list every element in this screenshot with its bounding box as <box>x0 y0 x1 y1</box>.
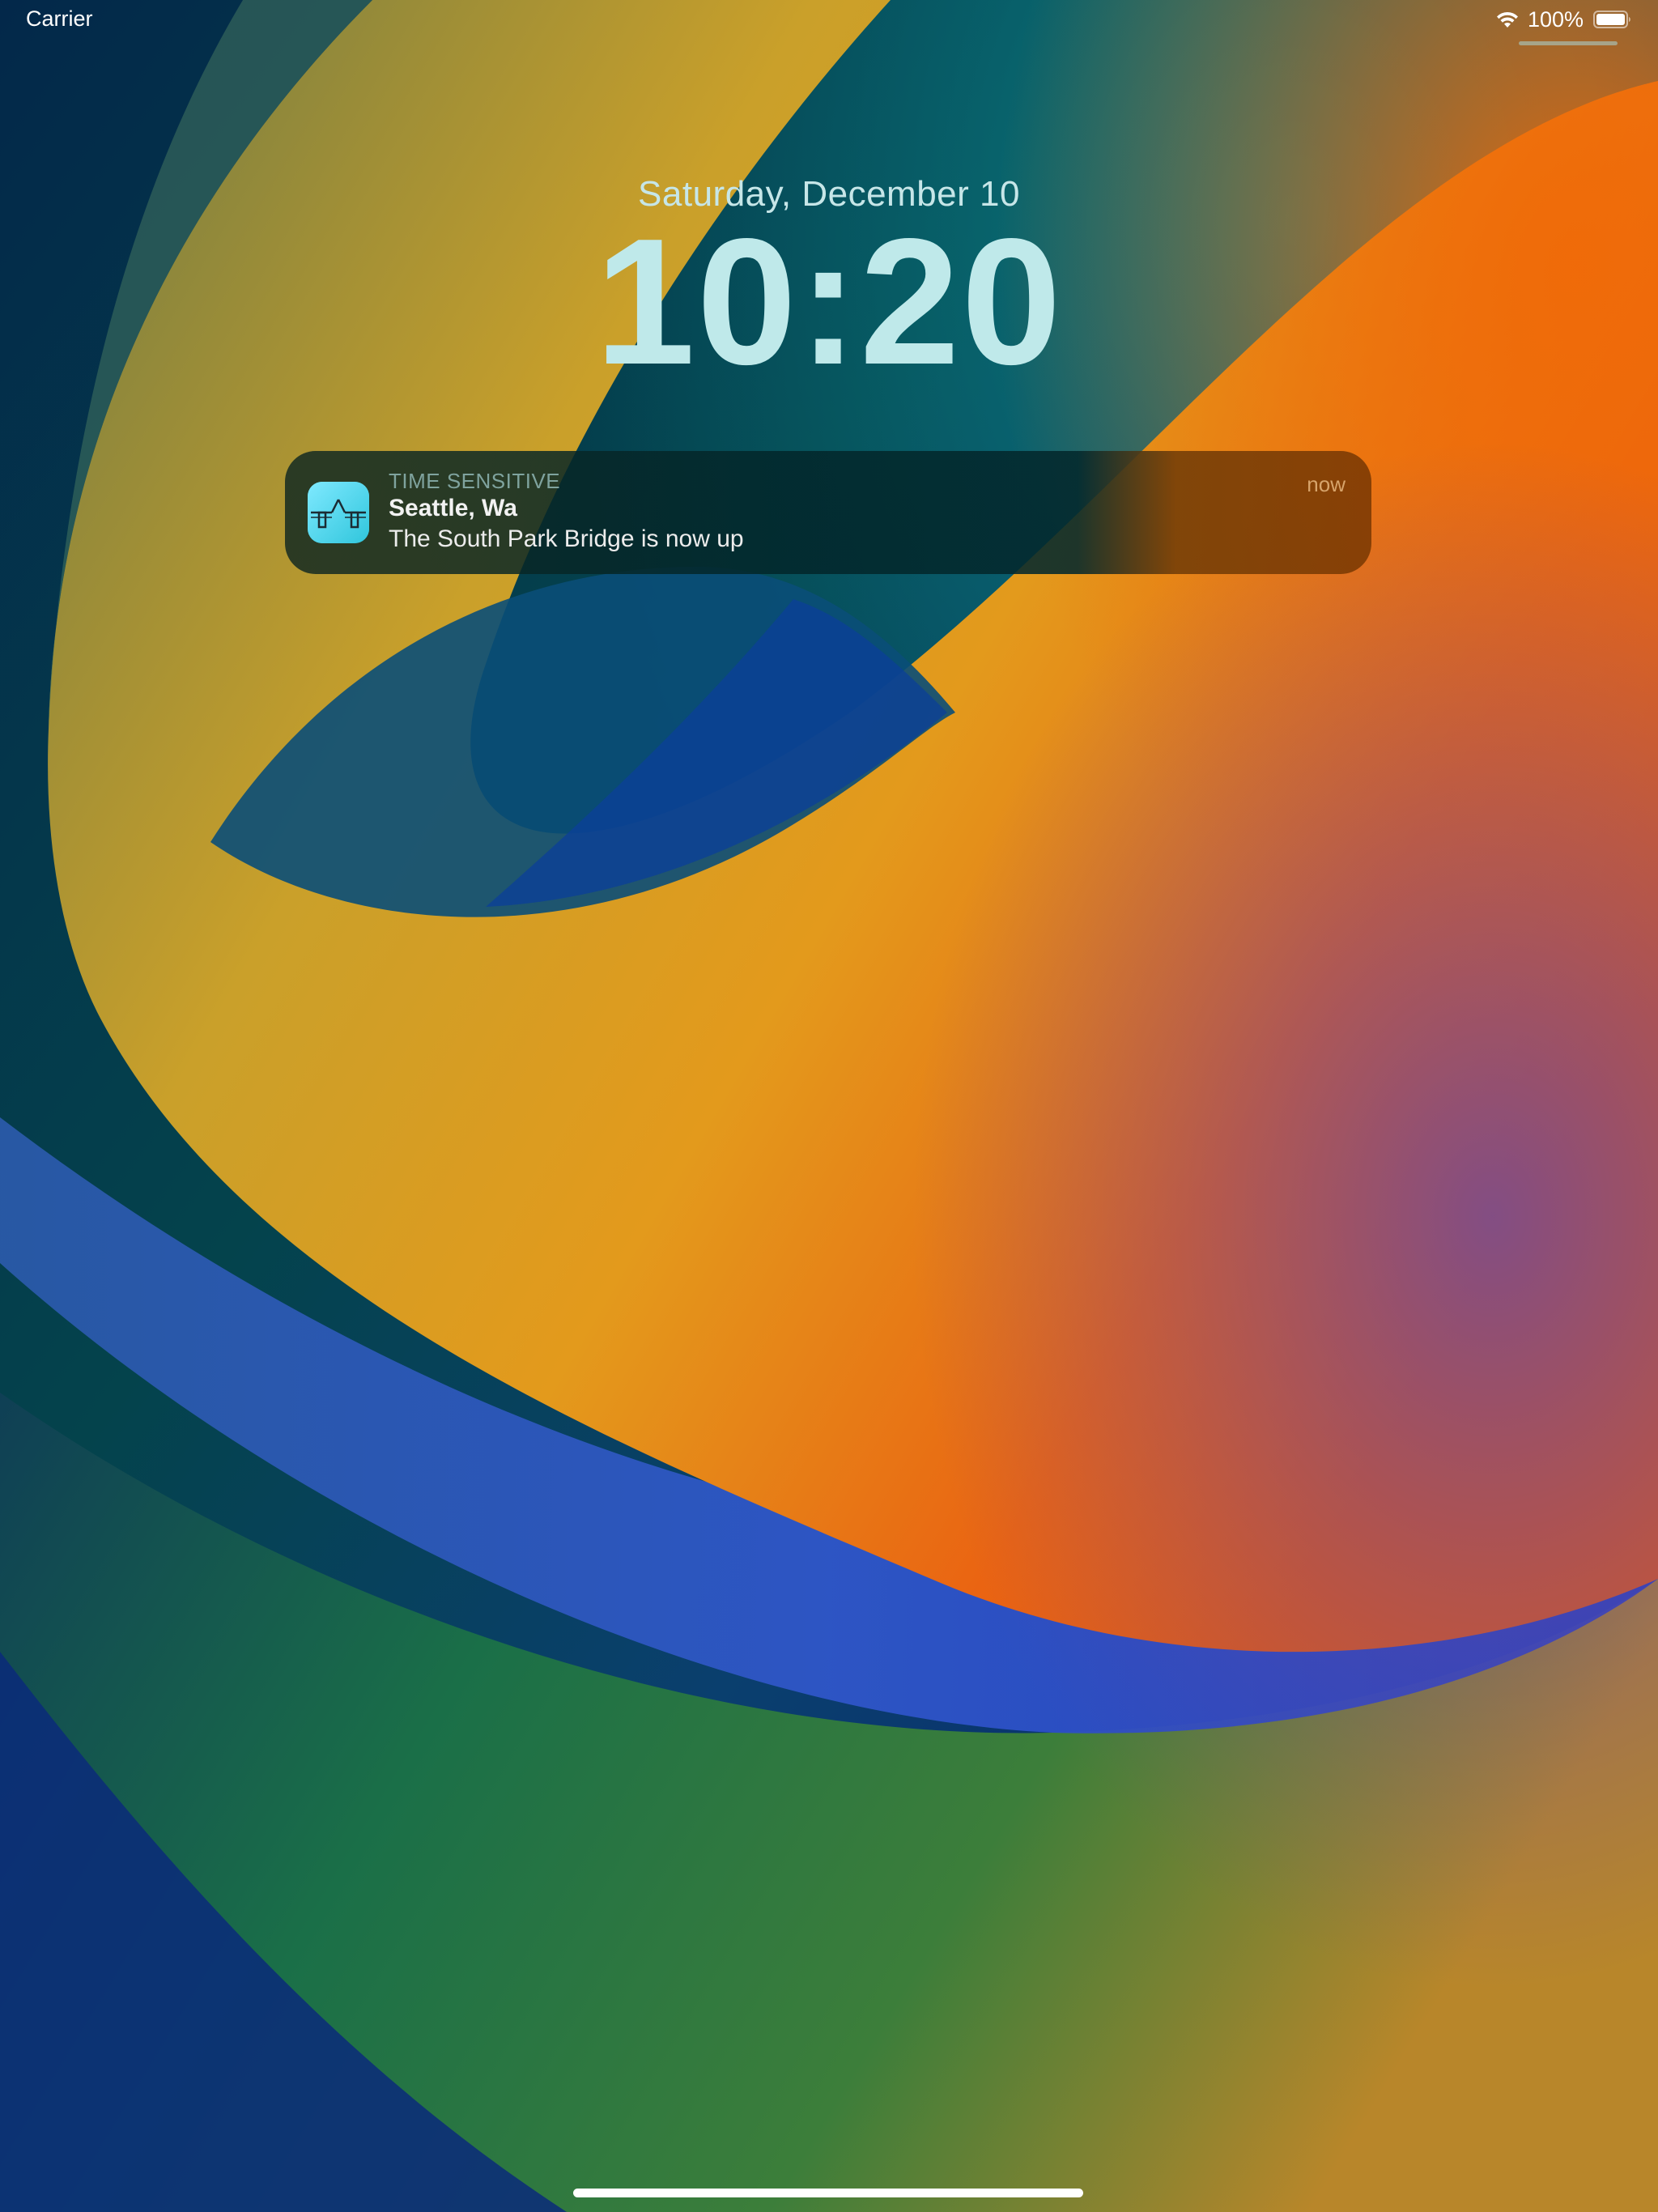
bridge-icon <box>308 482 369 543</box>
home-indicator[interactable] <box>573 2189 1083 2197</box>
status-bar: Carrier 100% <box>0 0 1658 45</box>
carrier-label: Carrier <box>26 6 93 31</box>
status-indicators: 100% <box>1495 6 1632 32</box>
battery-full-icon <box>1593 10 1632 29</box>
notification-title: Seattle, Wa <box>389 495 517 521</box>
battery-percentage: 100% <box>1527 6 1584 32</box>
lock-screen-time: 10:20 <box>595 202 1063 402</box>
control-center-grabber[interactable] <box>1519 41 1618 45</box>
notification-body: The South Park Bridge is now up <box>389 525 744 552</box>
notification-card[interactable]: TIME SENSITIVE Seattle, Wa The South Par… <box>285 451 1371 574</box>
notification-timestamp: now <box>1307 472 1346 496</box>
notification-category: TIME SENSITIVE <box>389 469 561 493</box>
lock-screen: Carrier 100% Saturday, December 10 10:20… <box>0 0 1658 2212</box>
wifi-icon <box>1495 10 1520 29</box>
